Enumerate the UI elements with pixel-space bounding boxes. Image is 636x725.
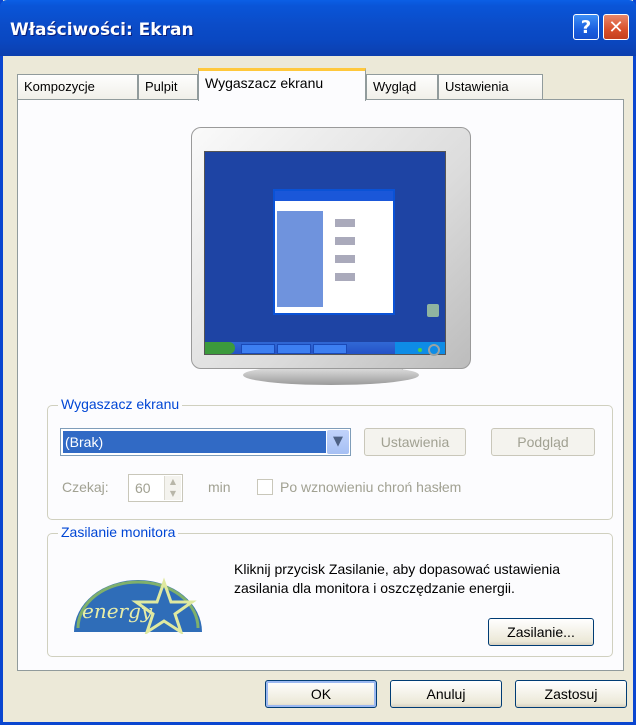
- preview-drive-item: [335, 273, 355, 281]
- preview-window-titlebar: [275, 191, 393, 201]
- preview-window: [273, 189, 395, 315]
- recycle-bin-icon: [427, 304, 439, 317]
- cancel-button[interactable]: Anuluj: [390, 680, 502, 708]
- monitor-preview: [191, 127, 471, 387]
- wait-spinner[interactable]: 60 ▲ ▼: [128, 474, 183, 502]
- monitor-power-group: Zasilanie monitora energy Kliknij przyci…: [47, 524, 613, 657]
- screensaver-group: Wygaszacz ekranu (Brak) ▼ Ustawienia Pod…: [47, 396, 613, 520]
- preview-drive-item: [335, 219, 355, 227]
- screensaver-selected-value: (Brak): [63, 431, 326, 453]
- power-knob-icon: [428, 344, 440, 356]
- preview-start-button: [205, 342, 235, 354]
- settings-button[interactable]: Ustawienia: [364, 428, 466, 456]
- preview-taskbar: [205, 342, 445, 354]
- wait-value: 60: [135, 480, 151, 496]
- preview-taskbar-item: [241, 344, 275, 354]
- tab-screensaver[interactable]: Wygaszacz ekranu: [198, 68, 366, 101]
- password-checkbox[interactable]: [257, 479, 273, 495]
- preview-drive-item: [335, 237, 355, 245]
- tab-pulpit[interactable]: Pulpit: [138, 74, 198, 100]
- energy-star-logo: energy: [74, 577, 202, 634]
- password-checkbox-label[interactable]: Po wznowieniu chroń hasłem: [280, 479, 461, 495]
- preview-drive-item: [335, 255, 355, 263]
- screensaver-group-label: Wygaszacz ekranu: [58, 396, 183, 412]
- power-description: Kliknij przycisk Zasilanie, aby dopasowa…: [234, 561, 561, 596]
- wait-label: Czekaj:: [62, 479, 109, 495]
- tab-wyglad[interactable]: Wygląd: [366, 74, 438, 100]
- preview-button[interactable]: Podgląd: [491, 428, 595, 456]
- power-button[interactable]: Zasilanie...: [488, 618, 594, 646]
- preview-screen: [204, 151, 446, 355]
- energy-logo-text: energy: [82, 599, 153, 623]
- spinner-arrows[interactable]: ▲ ▼: [164, 476, 181, 500]
- properties-dialog: Właściwości: Ekran ? ✕ Kompozycje Pulpit…: [0, 0, 636, 725]
- monitor-bezel: [191, 127, 471, 369]
- preview-taskbar-item: [313, 344, 347, 354]
- preview-taskbar-item: [277, 344, 311, 354]
- up-arrow-icon[interactable]: ▲: [165, 476, 181, 488]
- window-title: Właściwości: Ekran: [10, 20, 194, 40]
- tab-kompozycje[interactable]: Kompozycje: [17, 74, 138, 100]
- ok-button[interactable]: OK: [265, 680, 377, 708]
- power-group-label: Zasilanie monitora: [58, 524, 179, 540]
- down-arrow-icon[interactable]: ▼: [165, 488, 181, 500]
- chevron-down-icon[interactable]: ▼: [327, 430, 349, 454]
- title-bar[interactable]: Właściwości: Ekran ? ✕: [0, 0, 636, 56]
- power-led-icon: [418, 348, 422, 352]
- apply-button[interactable]: Zastosuj: [515, 680, 627, 708]
- help-button[interactable]: ?: [573, 14, 599, 40]
- tab-ustawienia[interactable]: Ustawienia: [438, 74, 543, 100]
- close-button[interactable]: ✕: [603, 14, 629, 40]
- wait-unit: min: [208, 479, 231, 495]
- preview-window-sidebar: [277, 211, 323, 307]
- screensaver-select[interactable]: (Brak) ▼: [60, 428, 351, 456]
